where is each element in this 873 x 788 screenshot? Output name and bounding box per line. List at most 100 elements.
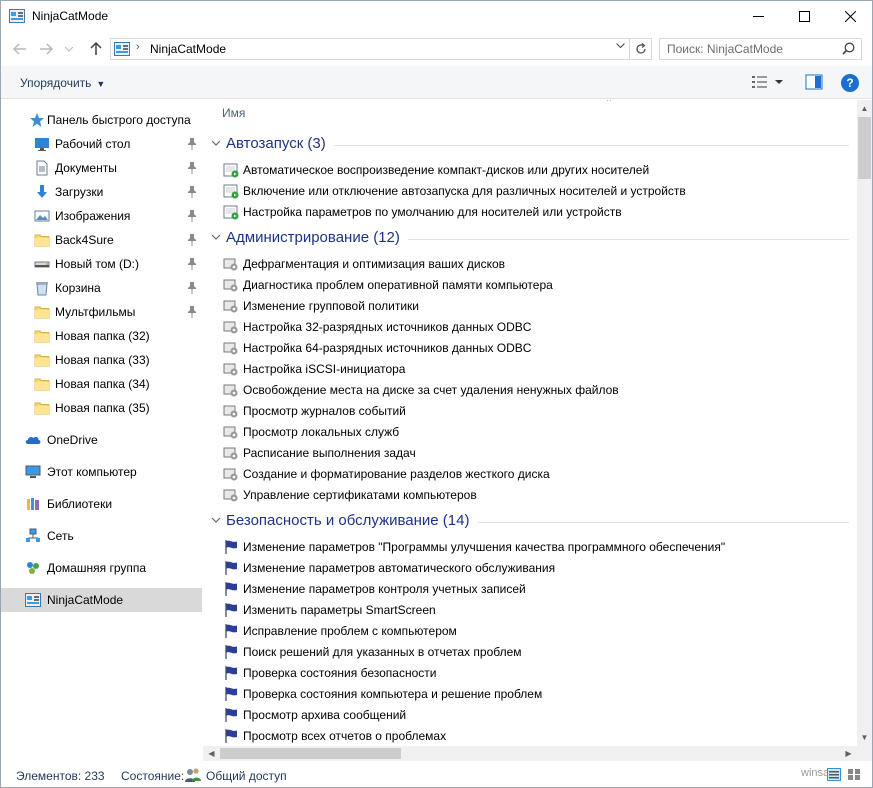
arrow-right-icon <box>40 43 53 55</box>
sidebar-item-новая-папка-33[interactable]: Новая папка (33) <box>1 348 202 372</box>
sidebar-root-label: Этот компьютер <box>47 465 137 479</box>
chevron-down-icon[interactable] <box>211 232 221 242</box>
sidebar-item-новая-папка-35[interactable]: Новая папка (35) <box>1 396 202 420</box>
list-item[interactable]: Расписание выполнения задач <box>223 443 843 464</box>
scroll-left-button[interactable]: ◀ <box>203 746 220 761</box>
search-box[interactable] <box>659 38 862 60</box>
sidebar-item-корзина[interactable]: Корзина <box>1 276 202 300</box>
pin-icon[interactable] <box>187 138 197 150</box>
scroll-down-button[interactable]: ▼ <box>857 729 872 746</box>
list-item[interactable]: Просмотр архива сообщений <box>223 705 843 726</box>
sidebar-root-ninjacatmode[interactable]: NinjaCatMode <box>1 588 202 612</box>
breadcrumb-separator[interactable]: › <box>136 41 140 53</box>
list-item[interactable]: Просмотр всех отчетов о проблемах <box>223 726 843 746</box>
sidebar-item-back4sure[interactable]: Back4Sure <box>1 228 202 252</box>
list-item[interactable]: Дефрагментация и оптимизация ваших диско… <box>223 254 843 275</box>
chevron-down-icon[interactable] <box>211 515 221 525</box>
pin-icon[interactable] <box>187 234 197 246</box>
sidebar-root-сеть[interactable]: Сеть <box>1 524 202 548</box>
group-header[interactable]: Безопасность и обслуживание (14) <box>209 511 849 533</box>
pin-icon[interactable] <box>187 306 197 318</box>
list-item[interactable]: Диагностика проблем оперативной памяти к… <box>223 275 843 296</box>
details-view-icon[interactable] <box>751 74 769 90</box>
list-item[interactable]: Настройка 64-разрядных источников данных… <box>223 338 843 359</box>
list-item[interactable]: Изменение параметров "Программы улучшени… <box>223 537 843 558</box>
group-header[interactable]: Администрирование (12) <box>209 228 849 250</box>
horizontal-scrollbar[interactable]: ◀ ▶ <box>203 746 857 761</box>
search-icon[interactable] <box>842 42 855 55</box>
help-button[interactable]: ? <box>841 74 859 92</box>
maximize-button[interactable] <box>781 1 827 31</box>
forward-button[interactable] <box>37 40 55 58</box>
pin-icon[interactable] <box>187 162 197 174</box>
quick-access[interactable]: Панель быстрого доступа <box>1 108 202 132</box>
list-item[interactable]: Изменение групповой политики <box>223 296 843 317</box>
list-item[interactable]: Просмотр журналов событий <box>223 401 843 422</box>
sidebar-item-мультфильмы[interactable]: Мультфильмы <box>1 300 202 324</box>
flag-icon <box>225 540 237 554</box>
list-item[interactable]: Создание и форматирование разделов жестк… <box>223 464 843 485</box>
list-item[interactable]: Исправление проблем с компьютером <box>223 621 843 642</box>
list-item[interactable]: Настройка iSCSI-инициатора <box>223 359 843 380</box>
list-item[interactable]: Настройка параметров по умолчанию для но… <box>223 202 843 223</box>
scroll-right-button[interactable]: ▶ <box>840 746 857 761</box>
address-history-dropdown[interactable] <box>616 41 625 52</box>
sidebar-root-библиотеки[interactable]: Библиотеки <box>1 492 202 516</box>
preview-pane-icon[interactable] <box>805 74 823 90</box>
list-item[interactable]: Настройка 32-разрядных источников данных… <box>223 317 843 338</box>
list-item[interactable]: Поиск решений для указанных в отчетах пр… <box>223 642 843 663</box>
sidebar-item-документы[interactable]: Документы <box>1 156 202 180</box>
chevron-down-icon[interactable] <box>211 138 221 148</box>
view-options-dropdown[interactable] <box>773 74 785 90</box>
pin-icon[interactable] <box>187 186 197 198</box>
list-item[interactable]: Изменение параметров автоматического обс… <box>223 558 843 579</box>
sidebar-item-новый-том-d[interactable]: Новый том (D:) <box>1 252 202 276</box>
details-view-toggle-icon[interactable] <box>827 768 841 781</box>
vertical-scrollbar[interactable]: ▲ ▼ <box>857 100 872 746</box>
organize-button[interactable]: Упорядочить ▼ <box>20 76 105 90</box>
search-input[interactable] <box>667 41 837 57</box>
minimize-button[interactable] <box>735 1 781 31</box>
pin-icon[interactable] <box>187 282 197 294</box>
list-item[interactable]: Просмотр локальных служб <box>223 422 843 443</box>
scroll-up-button[interactable]: ▲ <box>857 100 872 117</box>
flag-icon <box>225 561 237 575</box>
group-title: Администрирование (12) <box>226 229 408 246</box>
sidebar-item-рабочий-стол[interactable]: Рабочий стол <box>1 132 202 156</box>
list-item-label: Просмотр архива сообщений <box>243 708 407 722</box>
sidebar-item-изображения[interactable]: Изображения <box>1 204 202 228</box>
breadcrumb-current[interactable]: NinjaCatMode <box>150 42 226 56</box>
group-header[interactable]: Автозапуск (3) <box>209 134 849 156</box>
refresh-button[interactable] <box>629 39 651 59</box>
autoplay-icon <box>223 163 239 178</box>
sidebar-root-домашняя-группа[interactable]: Домашняя группа <box>1 556 202 580</box>
list-item[interactable]: Проверка состояния компьютера и решение … <box>223 684 843 705</box>
sidebar-root-label: NinjaCatMode <box>47 593 124 607</box>
sidebar-item-загрузки[interactable]: Загрузки <box>1 180 202 204</box>
sidebar-root-onedrive[interactable]: OneDrive <box>1 428 202 452</box>
list-item[interactable]: Включение или отключение автозапуска для… <box>223 181 843 202</box>
recent-locations-button[interactable] <box>63 40 75 58</box>
sidebar-root-этот-компьютер[interactable]: Этот компьютер <box>1 460 202 484</box>
list-item[interactable]: Изменение параметров контроля учетных за… <box>223 579 843 600</box>
list-item[interactable]: Изменить параметры SmartScreen <box>223 600 843 621</box>
sidebar-item-новая-папка-34[interactable]: Новая папка (34) <box>1 372 202 396</box>
up-button[interactable] <box>87 40 105 58</box>
pictures-icon <box>34 210 50 222</box>
horizontal-scroll-thumb[interactable] <box>220 748 401 759</box>
sidebar-item-новая-папка-32[interactable]: Новая папка (32) <box>1 324 202 348</box>
close-button[interactable] <box>827 1 873 31</box>
list-item[interactable]: Проверка состояния безопасности <box>223 663 843 684</box>
help-icon: ? <box>846 76 854 90</box>
vertical-scroll-thumb[interactable] <box>858 117 871 179</box>
list-item[interactable]: Управление сертификатами компьютеров <box>223 485 843 506</box>
address-bar[interactable]: › NinjaCatMode <box>110 38 652 60</box>
pin-icon[interactable] <box>187 258 197 270</box>
pin-icon[interactable] <box>187 210 197 222</box>
column-header-name[interactable]: Имя <box>222 106 245 120</box>
back-button[interactable] <box>11 40 29 58</box>
list-item[interactable]: Освобождение места на диске за счет удал… <box>223 380 843 401</box>
list-item-label: Управление сертификатами компьютеров <box>243 488 477 502</box>
large-icons-view-toggle-icon[interactable] <box>847 768 861 781</box>
list-item[interactable]: Автоматическое воспроизведение компакт-д… <box>223 160 843 181</box>
